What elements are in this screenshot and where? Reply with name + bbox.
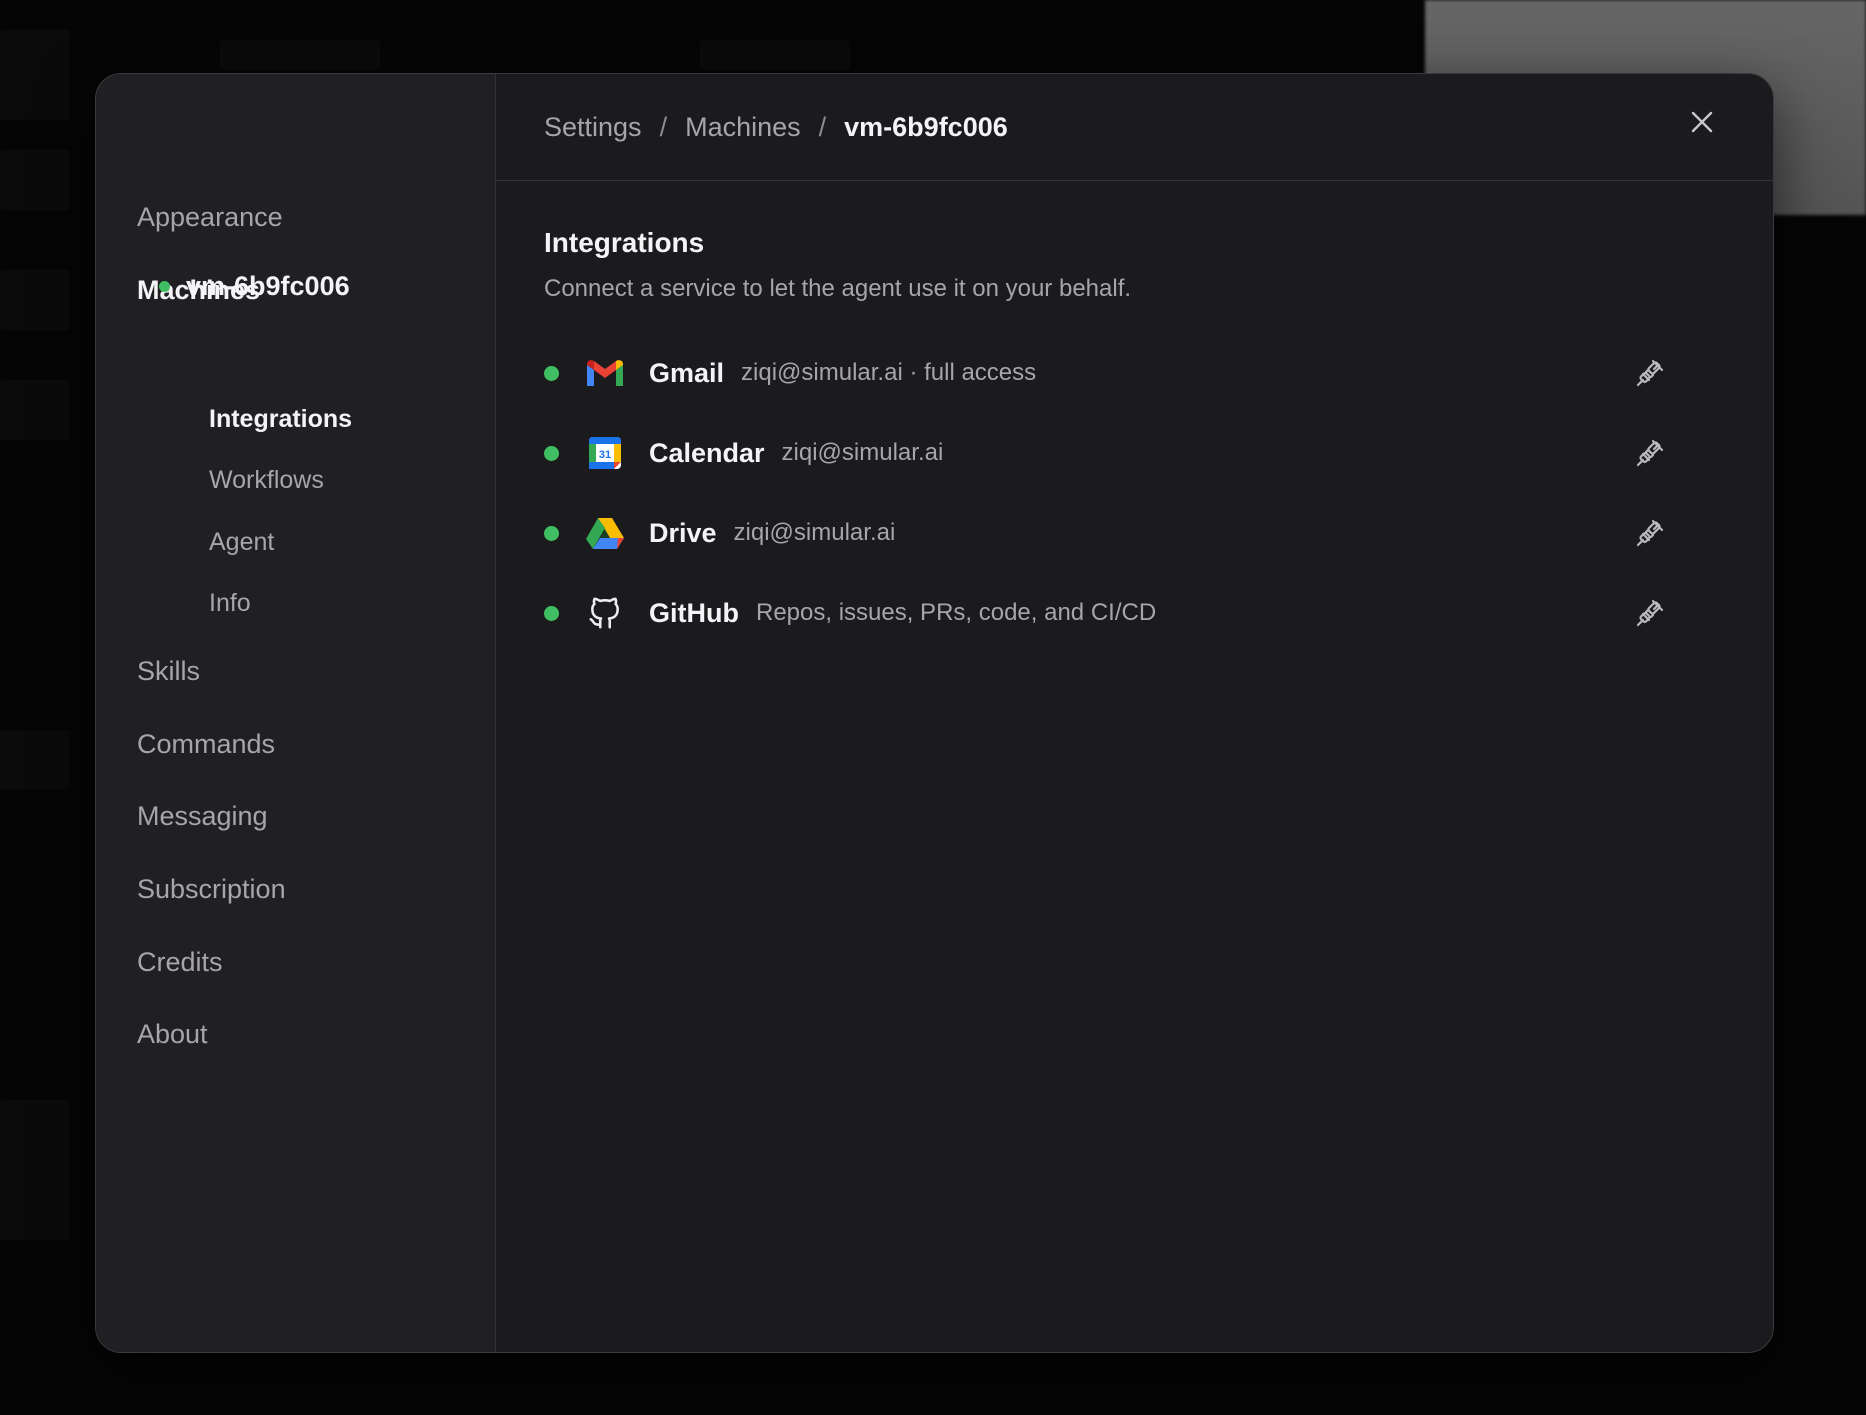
section-title: Integrations [544,227,705,258]
gmail-icon [585,353,625,393]
integration-detail: ziqi@simular.ai [781,439,944,466]
machine-label: vm-6b9fc006 [186,271,350,301]
breadcrumb-settings[interactable]: Settings [544,112,642,143]
machine-status-dot [159,281,170,292]
google-drive-icon [585,513,625,553]
close-icon [1691,111,1713,133]
google-calendar-icon: 31 [585,433,625,473]
breadcrumb-machines[interactable]: Machines [685,112,801,143]
status-dot [544,365,559,381]
settings-header: Settings / Machines / vm-6b9fc006 [496,74,1773,181]
sidebar-subitem-info[interactable]: Info [209,591,251,616]
sidebar-item-credits[interactable]: Credits [137,949,223,976]
integration-detail: ziqi@simular.ai · full access [741,359,1037,386]
sidebar-item-about[interactable]: About [137,1021,208,1048]
disconnect-plug-icon[interactable] [1633,356,1667,390]
integration-detail: Repos, issues, PRs, code, and CI/CD [755,599,1157,626]
disconnect-plug-icon[interactable] [1633,596,1667,630]
disconnect-plug-icon[interactable] [1633,516,1667,550]
settings-main: Settings / Machines / vm-6b9fc006 Integr… [496,74,1773,1352]
status-dot [544,525,559,541]
integration-detail: ziqi@simular.ai [733,519,896,546]
breadcrumb-separator: / [659,111,668,142]
github-icon [585,593,625,633]
sidebar-item-skills[interactable]: Skills [137,658,200,685]
integration-name: Drive [649,517,717,548]
integrations-section: Integrations Connect a service to let th… [496,181,1773,653]
sidebar-subitem-workflows[interactable]: Workflows [209,468,324,493]
integration-name: GitHub [649,597,739,628]
integration-row-gmail[interactable]: Gmail ziqi@simular.ai · full access [544,333,1725,413]
integration-row-drive[interactable]: Drive ziqi@simular.ai [544,493,1725,573]
disconnect-plug-icon[interactable] [1633,436,1667,470]
sidebar-item-commands[interactable]: Commands [137,731,275,758]
integration-row-github[interactable]: GitHub Repos, issues, PRs, code, and CI/… [544,573,1725,653]
sidebar-item-messaging[interactable]: Messaging [137,803,268,830]
status-dot [544,605,559,621]
integration-name: Calendar [649,437,765,468]
sidebar-item-appearance[interactable]: Appearance [137,204,283,231]
sidebar-subitem-integrations[interactable]: Integrations [209,407,352,432]
settings-sidebar: Appearance Machines vm-6b9fc006 Integrat… [96,74,496,1352]
settings-modal: Appearance Machines vm-6b9fc006 Integrat… [95,73,1774,1353]
integration-name: Gmail [649,357,725,388]
status-dot [544,445,559,461]
sidebar-item-subscription[interactable]: Subscription [137,876,286,903]
integration-row-calendar[interactable]: 31 Calendar ziqi@simular.ai [544,413,1725,493]
breadcrumb: Settings / Machines / vm-6b9fc006 [544,112,1008,143]
sidebar-item-machine[interactable]: vm-6b9fc006 [159,271,350,302]
sidebar-subitem-agent[interactable]: Agent [209,530,274,555]
calendar-day-number: 31 [599,449,611,461]
breadcrumb-separator: / [818,111,827,142]
close-button[interactable] [1687,107,1717,137]
breadcrumb-current-machine: vm-6b9fc006 [844,111,1008,142]
section-description: Connect a service to let the agent use i… [544,275,1132,302]
integrations-list: Gmail ziqi@simular.ai · full access 31 C… [544,333,1725,653]
